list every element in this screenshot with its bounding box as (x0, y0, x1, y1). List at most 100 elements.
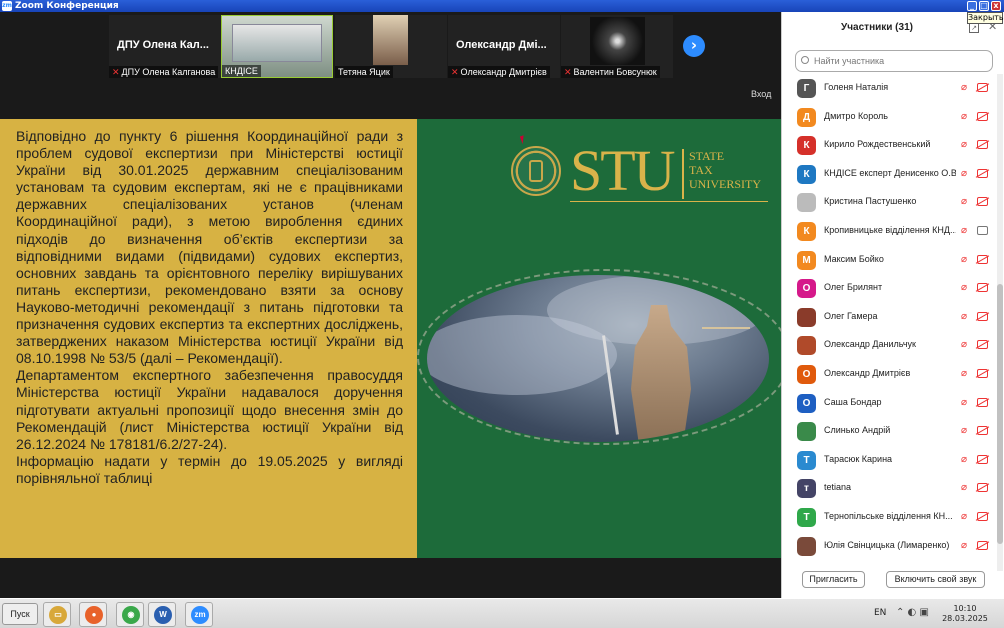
participant-search-input[interactable]: Найти участника (795, 50, 993, 72)
participant-row[interactable]: Юлія Свінцицька (Лимаренко) ⌀ (782, 532, 994, 561)
camera-off-icon[interactable] (977, 311, 988, 321)
camera-off-icon[interactable] (977, 512, 988, 521)
avatar: О (797, 279, 816, 299)
shared-slide: Відповідно до пункту 6 рішення Координац… (0, 119, 781, 558)
muted-mic-icon[interactable]: ⌀ (961, 425, 970, 436)
participant-name: Тарасюк Карина (824, 453, 893, 464)
muted-mic-icon[interactable]: ⌀ (961, 397, 970, 408)
muted-mic-icon[interactable]: ⌀ (961, 139, 970, 150)
participant-row[interactable]: М Максим Бойко ⌀ (782, 246, 994, 275)
taskbar-app-button[interactable]: zm (185, 602, 213, 627)
muted-mic-icon[interactable]: ⌀ (961, 254, 970, 265)
camera-off-icon[interactable] (977, 397, 988, 407)
minimize-icon[interactable]: _ (967, 1, 977, 11)
muted-mic-icon[interactable]: ⌀ (961, 511, 970, 522)
avatar: Д (797, 107, 816, 127)
participant-name: Кристина Пастушенко (824, 196, 917, 207)
camera-off-icon[interactable] (977, 83, 988, 92)
participant-row[interactable]: Кристина Пастушенко ⌀ (782, 188, 994, 217)
video-tile[interactable]: ДПУ Олена Кал... ✕ ДПУ Олена Калганова (109, 15, 221, 78)
muted-mic-icon[interactable]: ⌀ (961, 168, 970, 179)
avatar: К (797, 136, 816, 156)
video-tile[interactable]: ✕ Валентин Бовсунюк (561, 15, 673, 78)
video-tile[interactable]: КНДІСЕ (221, 15, 333, 78)
participant-name: Голеня Наталія (824, 82, 889, 92)
camera-off-icon[interactable] (977, 168, 988, 178)
muted-mic-icon[interactable]: ⌀ (961, 339, 970, 350)
close-icon[interactable]: x (991, 1, 1001, 11)
muted-mic-icon[interactable]: ⌀ (961, 225, 970, 236)
participant-row[interactable]: Т Тарасюк Карина ⌀ (782, 446, 994, 475)
muted-mic-icon[interactable]: ⌀ (961, 196, 970, 207)
camera-off-icon[interactable] (977, 197, 988, 207)
invite-button[interactable]: Пригласить (802, 571, 865, 588)
next-page-button[interactable]: › (683, 35, 705, 57)
start-button[interactable]: Пуск (2, 603, 38, 625)
muted-mic-icon: ✕ (112, 67, 120, 77)
unmute-self-button[interactable]: Включить свой звук (886, 571, 985, 588)
taskbar-app-button[interactable]: ● (79, 602, 107, 627)
avatar (797, 536, 816, 556)
tray-icons[interactable]: ⌃ ◐ ▣ (896, 607, 929, 618)
participant-name: Тернопільське відділення КН... (824, 511, 953, 521)
scrollbar-thumb[interactable] (997, 284, 1003, 544)
participant-row[interactable]: О Олег Брилянт ⌀ (782, 274, 994, 303)
participant-row[interactable]: Г Голеня Наталія ⌀ (782, 74, 994, 103)
participant-row[interactable]: Олександр Данильчук ⌀ (782, 331, 994, 360)
muted-mic-icon[interactable]: ⌀ (961, 540, 970, 551)
participant-row[interactable]: Д Дмитро Король ⌀ (782, 103, 994, 132)
muted-mic-icon[interactable]: ⌀ (961, 282, 970, 293)
muted-mic-icon[interactable]: ⌀ (961, 482, 970, 493)
muted-mic-icon[interactable]: ⌀ (961, 111, 970, 122)
camera-off-icon[interactable] (977, 540, 988, 550)
search-icon (801, 56, 809, 64)
camera-off-icon[interactable] (977, 111, 988, 121)
camera-off-icon[interactable] (977, 369, 988, 378)
maximize-icon[interactable]: □ (979, 1, 989, 11)
muted-mic-icon[interactable]: ⌀ (961, 454, 970, 465)
camera-off-icon[interactable] (977, 340, 988, 350)
participant-name: Дмитро Король (824, 110, 888, 121)
taskbar-app-button[interactable]: ▭ (43, 602, 71, 627)
participant-row[interactable]: К Кирило Рождественський ⌀ (782, 131, 994, 160)
camera-off-icon[interactable] (977, 283, 988, 293)
popout-icon[interactable]: ↗ (969, 23, 979, 33)
slide-text: Відповідно до пункту 6 рішення Координац… (16, 128, 403, 487)
camera-off-icon[interactable] (977, 140, 988, 150)
taskbar-app-button[interactable]: ◉ (116, 602, 144, 627)
camera-off-icon[interactable] (977, 454, 988, 464)
tile-label: КНДІСЕ (222, 65, 261, 77)
video-strip: ДПУ Олена Кал... ✕ ДПУ Олена Калганова КН… (0, 12, 781, 118)
participant-row[interactable]: К КНДІСЕ експерт Денисенко О.В. ⌀ (782, 160, 994, 189)
explorer-icon: ▭ (49, 606, 67, 624)
taskbar-app-button[interactable]: W (148, 602, 176, 627)
camera-icon[interactable] (977, 226, 988, 235)
themis-statue-image (427, 275, 769, 442)
participant-row[interactable]: О Саша Бондар ⌀ (782, 389, 994, 418)
avatar: К (797, 164, 816, 184)
window-titlebar: zm Zoom Конференция _ □ x (0, 0, 1004, 12)
language-indicator[interactable]: EN (874, 608, 886, 618)
slide-image-panel: STU STATE TAX UNIVERSITY (417, 119, 781, 558)
participant-row[interactable]: О Олександр Дмитрієв ⌀ (782, 360, 994, 389)
participant-row[interactable]: т tetiana ⌀ (782, 474, 994, 503)
muted-mic-icon[interactable]: ⌀ (961, 368, 970, 379)
video-tile[interactable]: Тетяна Яцик (335, 15, 447, 78)
person-video-image (373, 15, 408, 65)
clock[interactable]: 10:10 28.03.2025 (940, 604, 990, 624)
participant-row[interactable]: Олег Гамера ⌀ (782, 303, 994, 332)
camera-off-icon[interactable] (977, 426, 988, 436)
participant-row[interactable]: Т Тернопільське відділення КН... ⌀ (782, 503, 994, 532)
muted-mic-icon[interactable]: ⌀ (961, 311, 970, 322)
camera-off-icon[interactable] (977, 483, 988, 493)
tile-big-name: ДПУ Олена Кал... (117, 39, 209, 51)
avatar: Г (797, 79, 816, 98)
participant-row[interactable]: Слинько Андрій ⌀ (782, 417, 994, 446)
camera-off-icon[interactable] (977, 254, 988, 264)
muted-mic-icon[interactable]: ⌀ (961, 82, 970, 93)
video-tile[interactable]: Олександр Дмі... ✕ Олександр Дмитрієв (448, 15, 560, 78)
participant-row[interactable]: К Кропивницьке відділення КНД... ⌀ (782, 217, 994, 246)
avatar: К (797, 222, 816, 241)
close-tooltip: Закрыть (967, 12, 1004, 24)
slide-paragraph: Інформацію надати у термін до 19.05.2025… (16, 452, 403, 486)
